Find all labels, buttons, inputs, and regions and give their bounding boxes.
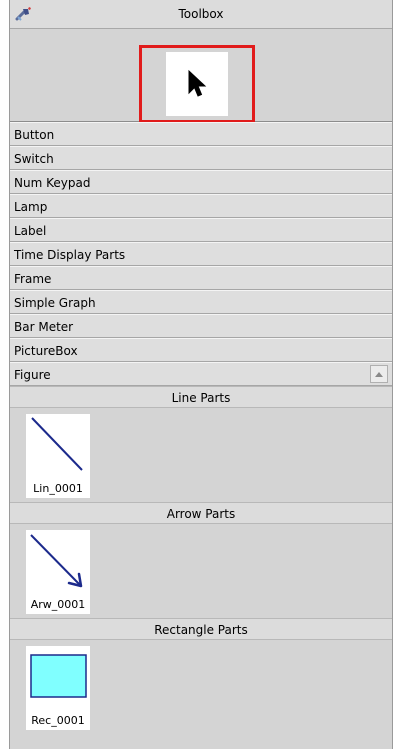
- pointer-tool-panel: [10, 29, 392, 123]
- category-time-display-parts[interactable]: Time Display Parts: [10, 242, 392, 266]
- category-num-keypad[interactable]: Num Keypad: [10, 170, 392, 194]
- part-rec-0001[interactable]: Rec_0001: [26, 646, 90, 730]
- arrow-cursor-icon: [188, 69, 207, 97]
- category-label: PictureBox: [14, 344, 78, 358]
- category-label: Bar Meter: [14, 320, 74, 334]
- arrow-part-icon: [30, 534, 83, 588]
- part-lin-0001[interactable]: Lin_0001: [26, 414, 90, 498]
- section-body-rectangle-parts: Rec_0001: [10, 640, 392, 734]
- pointer-tool-face: [166, 52, 228, 116]
- category-label: Time Display Parts: [14, 248, 126, 262]
- toolbox-wrench-icon: [15, 5, 33, 23]
- section-body-line-parts: Lin_0001: [10, 408, 392, 502]
- category-lamp[interactable]: Lamp: [10, 194, 392, 218]
- category-picturebox[interactable]: PictureBox: [10, 338, 392, 362]
- category-label: Simple Graph: [14, 296, 96, 310]
- category-label: Switch: [14, 152, 54, 166]
- pointer-tool-button[interactable]: [139, 45, 255, 123]
- category-label: Button: [14, 128, 55, 142]
- toolbox-titlebar: Toolbox: [10, 0, 392, 29]
- part-label: Lin_0001: [33, 482, 83, 495]
- category-label: Frame: [14, 272, 52, 286]
- toolbox-panel: Toolbox Button Switch Num Keypad Lamp La…: [9, 0, 393, 749]
- part-arw-0001[interactable]: Arw_0001: [26, 530, 90, 614]
- section-title: Rectangle Parts: [154, 623, 248, 637]
- category-label: Lamp: [14, 200, 48, 214]
- category-simple-graph[interactable]: Simple Graph: [10, 290, 392, 314]
- category-button[interactable]: Button: [10, 122, 392, 146]
- scroll-up-button[interactable]: [370, 365, 388, 383]
- triangle-up-icon: [375, 372, 383, 377]
- category-switch[interactable]: Switch: [10, 146, 392, 170]
- category-figure[interactable]: Figure: [10, 362, 392, 386]
- category-bar-meter[interactable]: Bar Meter: [10, 314, 392, 338]
- part-label: Arw_0001: [30, 598, 86, 611]
- section-header-rectangle-parts: Rectangle Parts: [10, 618, 392, 640]
- section-body-arrow-parts: Arw_0001: [10, 524, 392, 618]
- section-header-arrow-parts: Arrow Parts: [10, 502, 392, 524]
- section-title: Line Parts: [171, 391, 231, 405]
- part-label: Rec_0001: [31, 714, 85, 727]
- rectangle-part-icon: [30, 654, 87, 698]
- section-title: Arrow Parts: [166, 507, 236, 521]
- category-label: Label: [14, 224, 47, 238]
- toolbox-title: Toolbox: [178, 7, 224, 21]
- category-frame[interactable]: Frame: [10, 266, 392, 290]
- category-list: Button Switch Num Keypad Lamp Label Time…: [10, 122, 392, 386]
- category-label: Figure: [14, 368, 51, 382]
- section-header-line-parts: Line Parts: [10, 386, 392, 408]
- line-part-icon: [31, 417, 83, 471]
- category-label: Num Keypad: [14, 176, 91, 190]
- category-label-parts[interactable]: Label: [10, 218, 392, 242]
